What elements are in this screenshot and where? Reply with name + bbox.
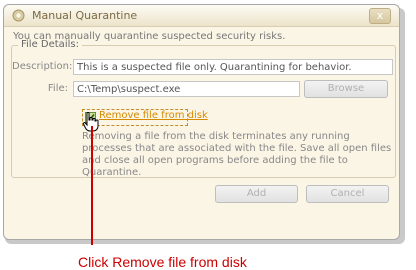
callout-text: Click Remove file from disk <box>78 254 247 270</box>
add-button[interactable]: Add <box>215 185 298 203</box>
remove-file-checkbox-label[interactable]: Remove file from disk <box>99 110 208 121</box>
manual-quarantine-dialog: Manual Quarantine x You can manually qua… <box>3 4 400 240</box>
window-title: Manual Quarantine <box>32 9 138 22</box>
description-input[interactable]: This is a suspected file only. Quarantin… <box>73 59 393 75</box>
cancel-button[interactable]: Cancel <box>306 185 389 203</box>
description-label: Description: <box>12 61 73 72</box>
file-path-input[interactable]: C:\Temp\suspect.exe <box>73 81 300 97</box>
app-icon <box>12 9 25 22</box>
file-details-legend: File Details: <box>18 39 82 50</box>
close-button[interactable]: x <box>369 8 391 24</box>
title-bar: Manual Quarantine x <box>4 5 399 27</box>
file-label: File: <box>47 83 68 94</box>
remove-file-info-text: Removing a file from the disk terminates… <box>82 131 392 178</box>
browse-button[interactable]: Browse <box>304 80 388 98</box>
callout-line <box>91 126 93 245</box>
